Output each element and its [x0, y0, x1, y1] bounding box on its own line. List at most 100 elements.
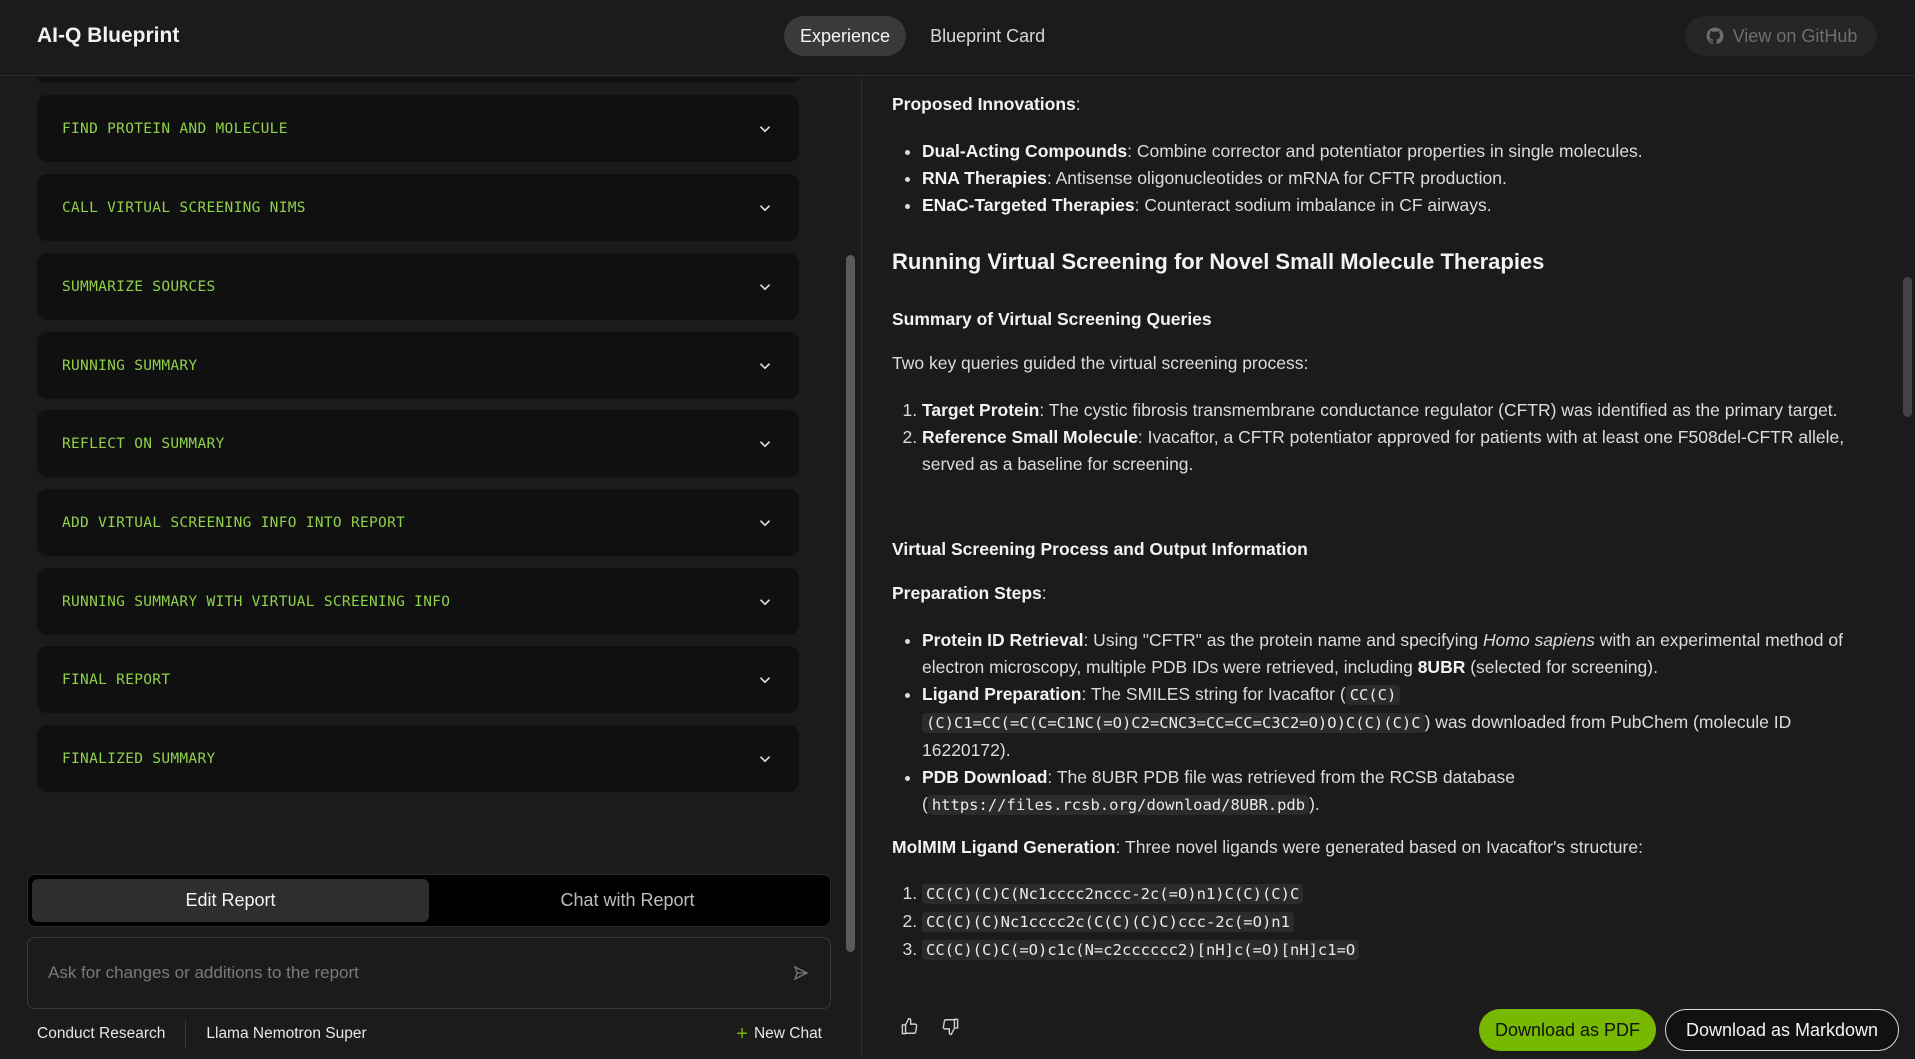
chevron-down-icon	[759, 598, 771, 605]
term: RNA Therapies	[922, 168, 1047, 188]
subsection-heading: Summary of Virtual Screening Queries	[892, 309, 1212, 329]
term: ENaC-Targeted Therapies	[922, 195, 1135, 215]
list-item: CC(C)(C)C(Nc1cccc2nccc-2c(=O)n1)C(C)(C)C	[922, 880, 1862, 908]
view-on-github-button[interactable]: View on GitHub	[1685, 16, 1877, 56]
text: ).	[1309, 794, 1320, 814]
download-markdown-button[interactable]: Download as Markdown	[1665, 1009, 1899, 1051]
conduct-research-button[interactable]: Conduct Research	[37, 1025, 165, 1043]
step-reflect-on-summary[interactable]: REFLECT ON SUMMARY	[37, 410, 799, 477]
prep-list: Protein ID Retrieval: Using "CFTR" as th…	[892, 627, 1862, 819]
chevron-down-icon	[759, 125, 771, 132]
text: (selected for screening).	[1465, 657, 1658, 677]
step-label: SUMMARIZE SOURCES	[62, 278, 216, 295]
plus-icon: +	[736, 1023, 748, 1045]
paragraph: Two key queries guided the virtual scree…	[892, 353, 1309, 373]
chat-with-report-tab[interactable]: Chat with Report	[429, 879, 826, 922]
divider	[185, 1020, 187, 1048]
report-change-input[interactable]	[48, 963, 792, 983]
term: Reference Small Molecule	[922, 427, 1138, 447]
github-label: View on GitHub	[1732, 25, 1858, 46]
step-label: RUNNING SUMMARY WITH VIRTUAL SCREENING I…	[62, 593, 451, 610]
report-content: Proposed Innovations: Dual-Acting Compou…	[892, 77, 1872, 977]
top-bar: AI-Q Blueprint Experience Blueprint Card…	[0, 0, 1915, 76]
term: MolMIM Ligand Generation	[892, 837, 1116, 857]
list-item: ENaC-Targeted Therapies: Counteract sodi…	[922, 192, 1862, 219]
list-item: CC(C)(C)C(=O)c1c(N=c2cccccc2)[nH]c(=O)[n…	[922, 936, 1862, 964]
report-mode-toggle: Edit Report Chat with Report	[27, 874, 831, 927]
step-label: ADD VIRTUAL SCREENING INFO INTO REPORT	[62, 514, 406, 531]
chevron-down-icon	[759, 362, 771, 369]
chevron-down-icon	[759, 519, 771, 526]
term: Protein ID Retrieval	[922, 630, 1084, 650]
text: : Three novel ligands were generated bas…	[1115, 837, 1643, 857]
model-selector[interactable]: Llama Nemotron Super	[206, 1025, 366, 1043]
accordion-item-partial[interactable]	[37, 77, 799, 83]
thumbs-up-icon[interactable]	[900, 1017, 919, 1036]
subsection-heading: Virtual Screening Process and Output Inf…	[892, 539, 1308, 559]
list-item: Target Protein: The cystic fibrosis tran…	[922, 397, 1862, 424]
step-label: CALL VIRTUAL SCREENING NIMS	[62, 199, 306, 216]
step-label: FINALIZED SUMMARY	[62, 750, 216, 767]
ligand-code: CC(C)(C)C(Nc1cccc2nccc-2c(=O)n1)C(C)(C)C	[922, 884, 1304, 904]
chevron-down-icon	[759, 676, 771, 683]
ligands-list: CC(C)(C)C(Nc1cccc2nccc-2c(=O)n1)C(C)(C)C…	[892, 880, 1862, 964]
text: : Counteract sodium imbalance in CF airw…	[1134, 195, 1492, 215]
step-running-summary[interactable]: RUNNING SUMMARY	[37, 332, 799, 399]
chevron-down-icon	[759, 283, 771, 290]
pdb-id: 8UBR	[1417, 657, 1466, 677]
list-item: PDB Download: The 8UBR PDB file was retr…	[922, 764, 1862, 819]
smiles-code: (C)C1=CC(=C(C=C1NC(=O)C2=CNC3=CC=CC=C3C2…	[922, 713, 1425, 733]
term: Dual-Acting Compounds	[922, 141, 1128, 161]
step-add-virtual-screening-info[interactable]: ADD VIRTUAL SCREENING INFO INTO REPORT	[37, 489, 799, 556]
step-finalized-summary[interactable]: FINALIZED SUMMARY	[37, 725, 799, 792]
step-label: FINAL REPORT	[62, 671, 171, 688]
list-item: Ligand Preparation: The SMILES string fo…	[922, 681, 1862, 764]
term: Target Protein	[922, 400, 1040, 420]
text: : The SMILES string for Ivacaftor (	[1081, 684, 1346, 704]
innovations-title: Proposed Innovations	[892, 94, 1076, 114]
queries-list: Target Protein: The cystic fibrosis tran…	[892, 397, 1862, 478]
text: Homo sapiens	[1483, 630, 1595, 650]
chevron-down-icon	[759, 755, 771, 762]
report-panel: Proposed Innovations: Dual-Acting Compou…	[863, 77, 1915, 1059]
footer-bar: Conduct Research Llama Nemotron Super + …	[37, 1020, 822, 1048]
innovations-heading: Proposed Innovations:	[892, 94, 1081, 114]
text: : Antisense oligonucleotides or mRNA for…	[1046, 168, 1507, 188]
tab-experience[interactable]: Experience	[784, 16, 907, 56]
thumbs-down-icon[interactable]	[941, 1017, 960, 1036]
send-icon[interactable]	[792, 964, 810, 982]
step-final-report[interactable]: FINAL REPORT	[37, 646, 799, 713]
app-title: AI-Q Blueprint	[37, 24, 180, 47]
tab-blueprint-card[interactable]: Blueprint Card	[914, 16, 1061, 56]
step-summarize-sources[interactable]: SUMMARIZE SOURCES	[37, 253, 799, 320]
smiles-code: CC(C)	[1345, 685, 1401, 705]
text: : Combine corrector and potentiator prop…	[1127, 141, 1643, 161]
step-label: RUNNING SUMMARY	[62, 357, 198, 374]
step-find-protein-and-molecule[interactable]: FIND PROTEIN AND MOLECULE	[37, 95, 799, 162]
list-item: Reference Small Molecule: Ivacaftor, a C…	[922, 424, 1862, 478]
innovations-list: Dual-Acting Compounds: Combine corrector…	[892, 138, 1862, 219]
ask-box	[27, 937, 831, 1009]
github-icon	[1706, 27, 1724, 45]
ligand-code: CC(C)(C)C(=O)c1c(N=c2cccccc2)[nH]c(=O)[n…	[922, 940, 1360, 960]
step-running-summary-with-vs-info[interactable]: RUNNING SUMMARY WITH VIRTUAL SCREENING I…	[37, 568, 799, 635]
text: : The cystic fibrosis transmembrane cond…	[1039, 400, 1838, 420]
report-scrollbar[interactable]	[1903, 277, 1912, 417]
list-item: Protein ID Retrieval: Using "CFTR" as th…	[922, 627, 1862, 681]
list-item: CC(C)(C)Nc1cccc2c(C(C)(C)C)ccc-2c(=O)n1	[922, 908, 1862, 936]
prep-title: Preparation Steps	[892, 583, 1042, 603]
step-call-virtual-screening-nims[interactable]: CALL VIRTUAL SCREENING NIMS	[37, 174, 799, 241]
prep-heading: Preparation Steps:	[892, 583, 1047, 603]
text: : Using "CFTR" as the protein name and s…	[1083, 630, 1484, 650]
section-heading: Running Virtual Screening for Novel Smal…	[892, 249, 1545, 274]
left-scrollbar[interactable]	[846, 255, 855, 952]
edit-report-tab[interactable]: Edit Report	[32, 879, 429, 922]
step-label: FIND PROTEIN AND MOLECULE	[62, 120, 288, 137]
download-pdf-button[interactable]: Download as PDF	[1479, 1009, 1656, 1051]
molmim-paragraph: MolMIM Ligand Generation: Three novel li…	[892, 834, 1643, 861]
new-chat-label: New Chat	[753, 1025, 822, 1042]
new-chat-button[interactable]: + New Chat	[736, 1024, 822, 1044]
feedback-controls	[900, 1017, 960, 1036]
list-item: RNA Therapies: Antisense oligonucleotide…	[922, 165, 1862, 192]
step-label: REFLECT ON SUMMARY	[62, 435, 225, 452]
